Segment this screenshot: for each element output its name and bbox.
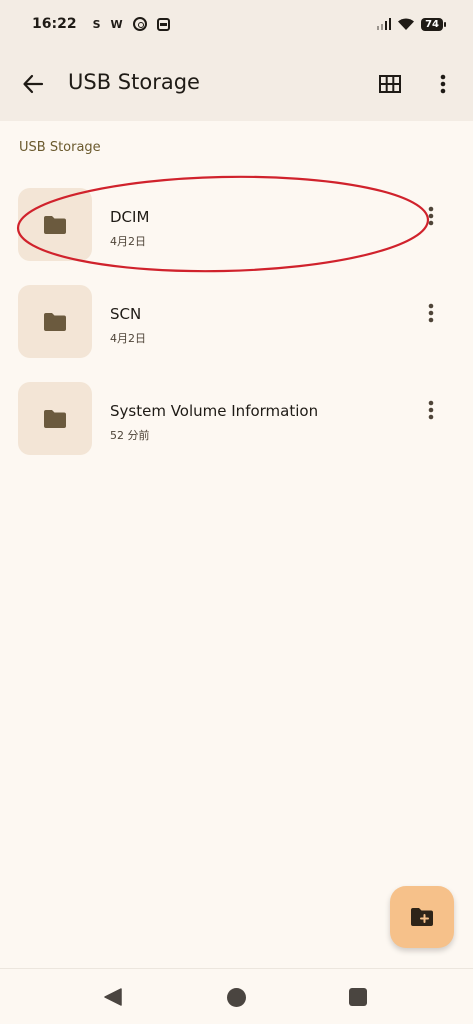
fingerprint-icon	[132, 17, 147, 31]
grid-view-button[interactable]	[371, 65, 409, 103]
file-name: DCIM	[110, 208, 150, 226]
new-folder-fab[interactable]	[390, 886, 454, 948]
page-title: USB Storage	[68, 70, 200, 94]
file-date: 4月2日	[110, 235, 146, 248]
more-vert-icon	[440, 74, 446, 94]
folder-thumbnail	[18, 382, 92, 455]
status-bar: 16:22 S W 74	[0, 0, 473, 48]
more-vert-icon	[428, 206, 434, 226]
status-right: 74	[376, 17, 446, 31]
nav-back-icon[interactable]	[103, 987, 123, 1007]
more-options-button[interactable]	[424, 65, 462, 103]
more-vert-icon	[428, 400, 434, 420]
status-time: 16:22	[32, 16, 77, 32]
cell-signal-icon	[376, 18, 392, 30]
more-vert-icon	[428, 303, 434, 323]
folder-icon	[44, 312, 66, 331]
list-item-dcim[interactable]: DCIM 4月2日	[0, 178, 473, 275]
app-bar: USB Storage	[0, 48, 473, 121]
back-button[interactable]	[14, 65, 52, 103]
file-date: 52 分前	[110, 429, 150, 442]
folder-thumbnail	[18, 188, 92, 261]
battery-indicator: 74	[421, 17, 446, 31]
breadcrumb[interactable]: USB Storage	[19, 140, 101, 155]
item-more-button[interactable]	[416, 201, 446, 231]
file-date: 4月2日	[110, 332, 146, 345]
status-notification-icons: S W	[93, 17, 170, 31]
folder-icon	[44, 409, 66, 428]
folder-thumbnail	[18, 285, 92, 358]
folder-icon	[44, 215, 66, 234]
grid-view-icon	[379, 75, 401, 93]
file-name: System Volume Information	[110, 402, 319, 420]
create-new-folder-icon	[411, 908, 433, 926]
nav-recents-icon[interactable]	[349, 988, 367, 1006]
file-name: SCN	[110, 305, 142, 323]
arrow-back-icon	[23, 74, 44, 94]
item-more-button[interactable]	[416, 395, 446, 425]
item-more-button[interactable]	[416, 298, 446, 328]
w-app-icon: W	[110, 17, 123, 31]
storage-notification-icon	[156, 17, 170, 31]
s-app-icon: S	[92, 17, 101, 31]
list-item-system-volume-information[interactable]: System Volume Information 52 分前	[0, 372, 473, 469]
system-nav-bar	[0, 968, 473, 1024]
list-item-scn[interactable]: SCN 4月2日	[0, 275, 473, 372]
nav-home-icon[interactable]	[227, 988, 246, 1007]
file-list: DCIM 4月2日 SCN 4月2日 System Volume Informa…	[0, 178, 473, 469]
wifi-icon	[398, 18, 415, 30]
